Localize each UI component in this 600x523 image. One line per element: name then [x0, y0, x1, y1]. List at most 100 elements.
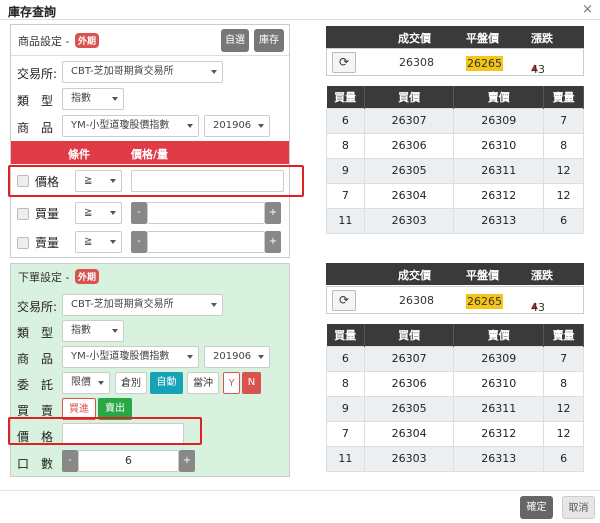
ask-qty-label: 賣量 [35, 236, 60, 250]
chevron-down-icon [110, 240, 116, 244]
flat-price-header: 平盤價 [466, 269, 499, 282]
table-row: 9 26305 26311 12 [326, 395, 584, 422]
auto-button[interactable]: 自動 [150, 372, 183, 394]
table-row: 6 26307 26309 7 [326, 345, 584, 372]
quote-header-1: 成交價 平盤價 漲跌 [326, 26, 584, 48]
chevron-down-icon [98, 381, 104, 385]
table-row: 11 26303 26313 6 [326, 445, 584, 472]
refresh-icon[interactable]: ⟳ [332, 290, 356, 311]
ask-qty-plus-button[interactable]: + [265, 231, 281, 253]
chevron-down-icon [258, 355, 264, 359]
bid-qty-input[interactable] [147, 202, 265, 224]
bid-qty-plus-button[interactable]: + [265, 202, 281, 224]
product-settings-title: 商品設定 - [18, 35, 70, 48]
type-label: 類 型 [17, 94, 54, 108]
bid-qty-label: 買量 [35, 207, 60, 221]
chevron-down-icon [187, 124, 193, 128]
goods-label: 商 品 [17, 121, 54, 135]
bid-qty-header: 買量 [326, 86, 365, 108]
ask-qty-input[interactable] [147, 231, 265, 253]
change-header: 漲跌 [531, 269, 553, 282]
flat-price-value: 26265 [466, 294, 503, 309]
ask-price-header: 賣價 [453, 324, 545, 346]
exchange-label: 交易所: [17, 67, 58, 81]
order-qty-minus-button[interactable]: - [62, 450, 78, 472]
bid-qty-operator-select[interactable]: ≧ [75, 202, 122, 224]
product-settings-header: 商品設定 - 外期 自選 庫存 [11, 25, 289, 56]
entrust-select[interactable]: 限價 [62, 372, 110, 394]
goods-select[interactable]: YM-小型道瓊股價指數 [62, 115, 199, 137]
ask-qty-operator-select[interactable]: ≧ [75, 231, 122, 253]
deal-price-value: 26308 [399, 294, 434, 307]
table-row: 11 26303 26313 6 [326, 207, 584, 234]
day-trade-button[interactable]: 當沖 [187, 372, 219, 394]
dialog-title: 庫存查詢 [8, 5, 57, 19]
day-trade-yes-button[interactable]: Y [223, 372, 240, 394]
close-icon[interactable]: × [582, 2, 593, 17]
order-price-highlight [8, 417, 202, 445]
bid-qty-header: 買量 [326, 324, 365, 346]
bid-qty-checkbox[interactable] [17, 208, 29, 220]
type-select[interactable]: 指數 [62, 88, 124, 110]
contract-month-select[interactable]: 201906 [204, 115, 270, 137]
ask-qty-minus-button[interactable]: - [131, 231, 147, 253]
table-row: 9 26305 26311 12 [326, 157, 584, 184]
order-qty-input[interactable]: 6 [78, 450, 179, 472]
condition-header: 條件 價格/量 [11, 141, 289, 164]
ask-qty-checkbox[interactable] [17, 237, 29, 249]
table-row: 6 26307 26309 7 [326, 107, 584, 134]
day-trade-no-button[interactable]: N [242, 372, 261, 394]
table-row: 7 26304 26312 12 [326, 182, 584, 209]
bid-qty-minus-button[interactable]: - [131, 202, 147, 224]
order-contract-month-select[interactable]: 201906 [204, 346, 270, 368]
position-type-button[interactable]: 倉別 [115, 372, 147, 394]
order-book-2: 買量 買價 賣價 賣量 6 26307 26309 7 8 26306 26310 8 92… [326, 324, 584, 472]
deal-price-value: 26308 [399, 56, 434, 69]
table-row: 7 26304 26312 12 [326, 420, 584, 447]
auto-select-button[interactable]: 自選 [221, 29, 249, 52]
table-row: 8 26306 26310 8 [326, 370, 584, 397]
bid-price-header: 買價 [364, 324, 455, 346]
order-type-select[interactable]: 指數 [62, 320, 124, 342]
price-qty-column-label: 價格/量 [131, 148, 169, 161]
dialog-title-bar: 庫存查詢 × [0, 0, 600, 20]
order-book-1: 買量 買價 賣價 賣量 6 26307 26309 7 8 26306 26310 8 92… [326, 86, 584, 234]
condition-column-label: 條件 [68, 148, 90, 161]
confirm-button[interactable]: 確定 [520, 496, 553, 519]
flat-price-value: 26265 [466, 56, 503, 71]
chevron-down-icon [187, 355, 193, 359]
product-settings-panel: 商品設定 - 外期 自選 庫存 交易所: CBT-芝加哥期貨交易所 類 型 指數… [10, 24, 290, 258]
price-condition-highlight [8, 165, 304, 197]
deal-price-header: 成交價 [398, 32, 431, 45]
cancel-button[interactable]: 取消 [562, 496, 595, 519]
chevron-down-icon [110, 211, 116, 215]
bid-price-header: 買價 [364, 86, 455, 108]
chevron-down-icon [112, 329, 118, 333]
order-goods-label: 商 品 [17, 352, 54, 366]
deal-price-header: 成交價 [398, 269, 431, 282]
order-settings-header: 下單設定 - 外期 [11, 264, 289, 286]
footer-divider [0, 490, 600, 491]
chevron-down-icon [211, 303, 217, 307]
foreign-futures-badge: 外期 [74, 269, 99, 284]
order-goods-select[interactable]: YM-小型道瓊股價指數 [62, 346, 199, 368]
refresh-icon[interactable]: ⟳ [332, 52, 356, 73]
flat-price-header: 平盤價 [466, 32, 499, 45]
entrust-label: 委 託 [17, 378, 54, 392]
chevron-down-icon [211, 70, 217, 74]
quote-row-2: ⟳ 26308 26265 ▲ 43 [326, 286, 584, 314]
order-qty-plus-button[interactable]: + [179, 450, 195, 472]
table-row: 8 26306 26310 8 [326, 132, 584, 159]
inventory-button[interactable]: 庫存 [254, 29, 284, 52]
chevron-down-icon [112, 97, 118, 101]
foreign-futures-badge: 外期 [74, 33, 99, 48]
exchange-select[interactable]: CBT-芝加哥期貨交易所 [62, 61, 223, 83]
quote-header-2: 成交價 平盤價 漲跌 [326, 263, 584, 285]
chevron-down-icon [258, 124, 264, 128]
order-exchange-select[interactable]: CBT-芝加哥期貨交易所 [62, 294, 223, 316]
ask-price-header: 賣價 [453, 86, 545, 108]
order-qty-label: 口 數 [17, 457, 54, 471]
ask-qty-header: 賣量 [543, 86, 584, 108]
order-type-label: 類 型 [17, 326, 54, 340]
quote-row-1: ⟳ 26308 26265 ▲ 43 [326, 48, 584, 76]
